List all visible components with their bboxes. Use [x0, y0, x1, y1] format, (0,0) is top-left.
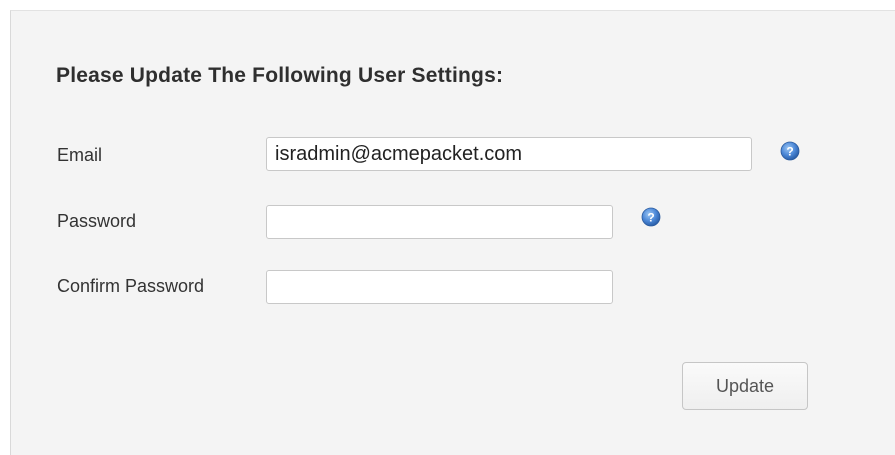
email-label: Email: [57, 145, 103, 165]
email-field[interactable]: [266, 137, 752, 171]
password-help-icon[interactable]: ?: [641, 207, 661, 227]
confirm-password-field[interactable]: [266, 270, 613, 304]
confirm-password-label: Confirm Password: [57, 276, 205, 296]
svg-text:?: ?: [647, 211, 654, 225]
form-heading: Please Update The Following User Setting…: [56, 64, 504, 87]
password-label: Password: [57, 211, 137, 231]
svg-text:?: ?: [786, 145, 793, 159]
password-field[interactable]: [266, 205, 613, 239]
settings-panel: Please Update The Following User Setting…: [10, 10, 895, 455]
email-help-icon[interactable]: ?: [780, 141, 800, 161]
update-button[interactable]: Update: [682, 362, 808, 410]
